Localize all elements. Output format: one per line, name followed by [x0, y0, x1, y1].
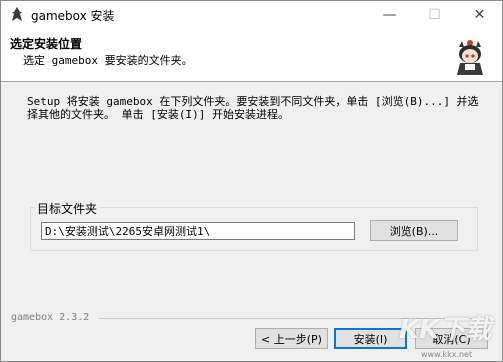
- browse-button[interactable]: 浏览(B)...: [370, 220, 458, 241]
- destination-path-input[interactable]: [41, 222, 355, 240]
- app-icon: [12, 7, 22, 21]
- watermark-logo: KK下载: [399, 315, 492, 345]
- page-subtitle: 选定 gamebox 要安装的文件夹。: [23, 54, 193, 67]
- mascot-icon: [457, 40, 483, 75]
- minimize-icon: —: [382, 7, 397, 23]
- instructions-text: Setup 将安装 gamebox 在下列文件夹。要安装到不同文件夹，单击 [浏…: [27, 95, 479, 121]
- title-bar: gamebox 安装 — ☐ ✕: [1, 1, 502, 29]
- close-button[interactable]: ✕: [457, 1, 502, 29]
- header-panel: 选定安装位置 选定 gamebox 要安装的文件夹。: [1, 29, 502, 82]
- maximize-icon: ☐: [428, 7, 441, 23]
- minimize-button[interactable]: —: [367, 1, 412, 29]
- install-button[interactable]: 安装(I): [334, 328, 407, 349]
- back-button[interactable]: < 上一步(P): [255, 328, 328, 349]
- maximize-button: ☐: [412, 1, 457, 29]
- page-title: 选定安装位置: [10, 37, 83, 51]
- close-icon: ✕: [473, 7, 486, 23]
- window-title: gamebox 安装: [31, 9, 115, 23]
- installer-window: gamebox 安装 — ☐ ✕ 选定安装位置 选定 gamebox 要安装的文…: [0, 0, 503, 362]
- destination-group-label: 目标文件夹: [35, 200, 100, 217]
- watermark-url: www.kkx.net: [421, 350, 473, 359]
- version-label: gamebox 2.3.2: [11, 312, 90, 323]
